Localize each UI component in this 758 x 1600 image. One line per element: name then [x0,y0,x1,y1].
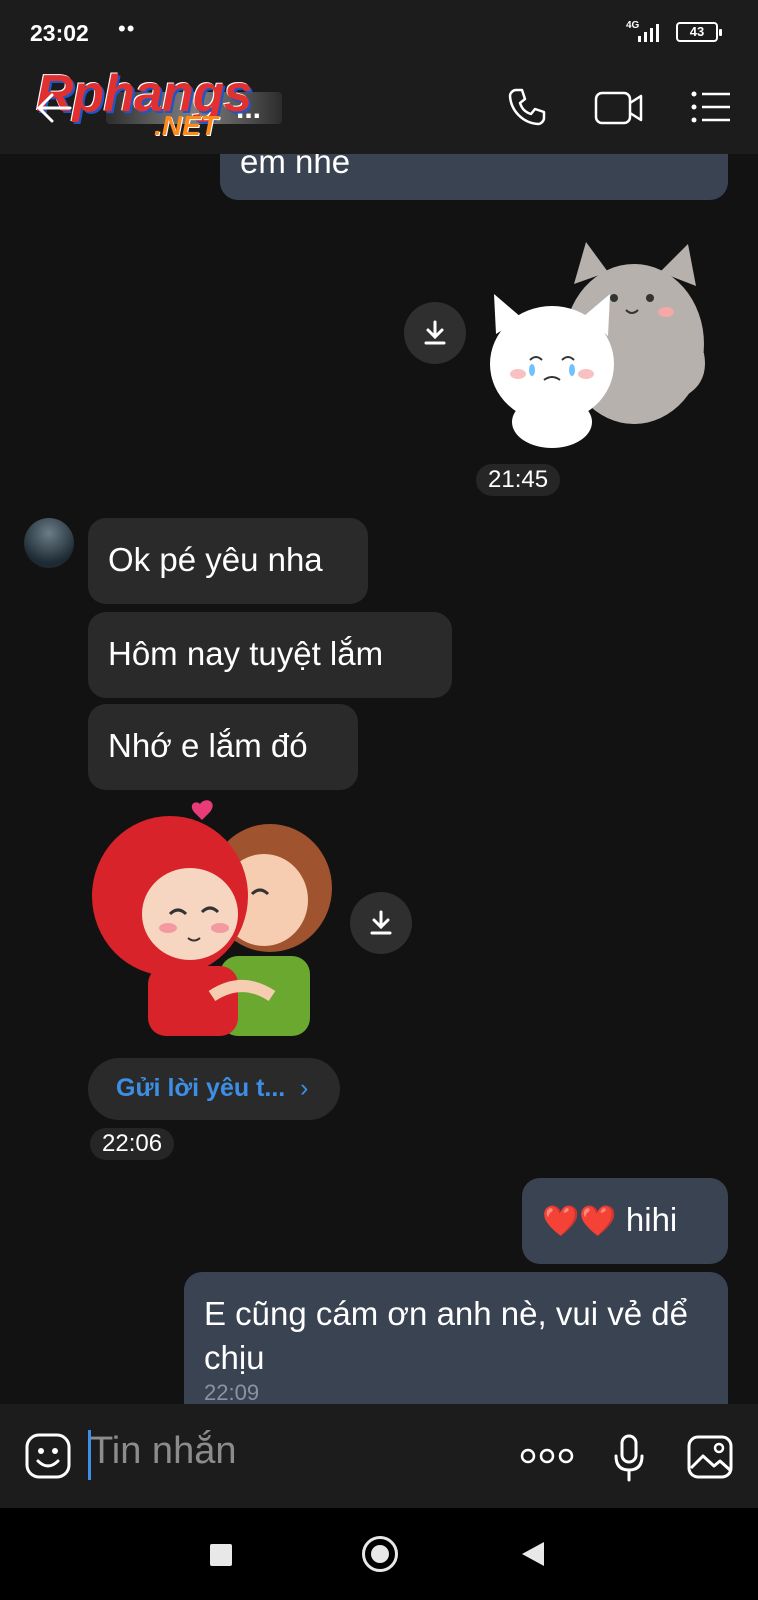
status-bar: 23:02 •• 4G 43 [0,0,758,62]
back-nav-icon[interactable] [520,1540,546,1568]
chevron-right-icon: › [300,1074,309,1102]
message-incoming-1[interactable]: Ok pé yêu nha [88,518,368,604]
download-icon [424,320,446,345]
notification-dots: •• [118,16,136,41]
message-text: em nhé [240,154,351,180]
menu-list-icon[interactable] [690,90,732,124]
more-options-icon[interactable] [520,1448,574,1464]
logo-net-text: .NET [154,110,218,141]
message-time: 21:45 [476,464,561,496]
home-button[interactable] [362,1536,398,1572]
contact-avatar[interactable] [24,518,74,568]
battery-icon: 43 [676,22,722,42]
status-time: 23:02 [30,20,89,46]
suggestion-label: Gửi lời yêu t... [116,1074,286,1102]
message-outgoing-hearts[interactable]: ❤️❤️ hihi [522,1178,728,1264]
chat-header: Rphangs .NET ... [0,62,758,154]
hug-sticker[interactable] [92,796,342,1046]
message-outgoing-top[interactable]: em nhé [220,154,728,200]
emoji-sticker-icon[interactable] [24,1432,72,1480]
message-text: hihi [625,1201,678,1238]
message-text: Ok pé yêu nha [108,541,323,578]
message-time: 22:09 [204,1380,260,1404]
message-text: E cũng cám ơn anh nè, vui vẻ dể chịu [204,1295,688,1376]
message-input[interactable]: Tin nhắn [90,1430,236,1473]
message-outgoing-long[interactable]: E cũng cám ơn anh nè, vui vẻ dể chịu 22:… [184,1272,728,1404]
message-list[interactable]: em nhé 21:45 Ok pé yêu nha Hôm nay tuyệt… [0,154,758,1404]
system-navigation-bar [0,1508,758,1600]
image-gallery-icon[interactable] [686,1434,734,1480]
cat-sticker[interactable] [474,224,734,454]
heart-emoji: ❤️❤️ [542,1204,617,1239]
contact-name-suffix: ... [236,92,262,125]
message-text: Hôm nay tuyệt lắm [108,635,384,672]
microphone-icon[interactable] [612,1434,646,1482]
message-incoming-2[interactable]: Hôm nay tuyệt lắm [88,612,452,698]
message-incoming-3[interactable]: Nhớ e lắm đó [88,704,358,790]
recent-apps-button[interactable] [210,1544,232,1566]
video-call-icon[interactable] [594,90,644,126]
signal-icon [638,24,659,42]
message-composer: Tin nhắn [0,1404,758,1508]
send-love-suggestion-button[interactable]: Gửi lời yêu t... › [88,1058,340,1120]
download-icon [370,910,392,935]
download-sticker-button[interactable] [404,302,466,364]
message-text: Nhớ e lắm đó [108,727,308,764]
message-time: 22:06 [90,1128,175,1160]
phone-icon[interactable] [506,86,548,128]
back-arrow-icon[interactable] [34,88,74,128]
download-sticker-button[interactable] [350,892,412,954]
